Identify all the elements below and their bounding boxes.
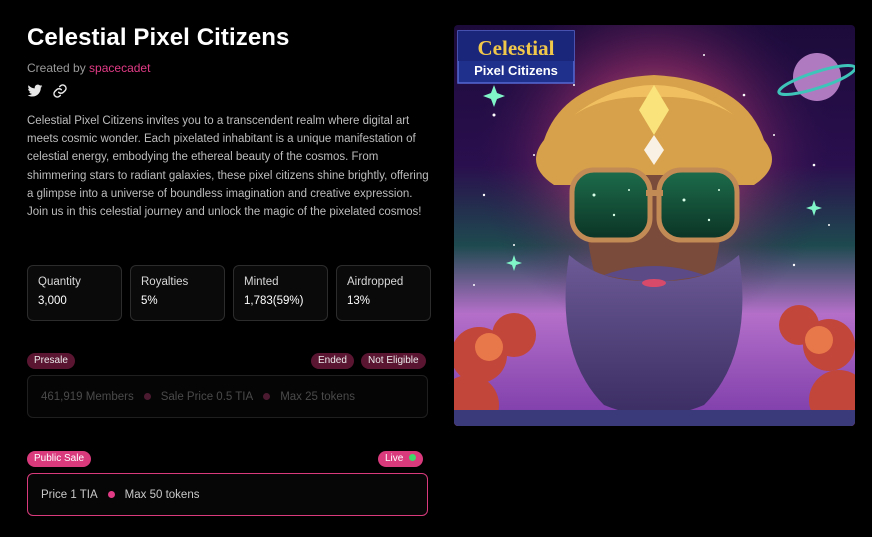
stat-value: 13% [347,295,371,307]
stat-value: 3,000 [38,295,67,307]
collection-artwork: Celestial Pixel Citizens [454,25,855,426]
social-links [27,83,68,99]
creator-line: Created by spacecadet [27,61,150,75]
presale-status-badge: Ended [311,353,354,369]
stats-row: Quantity 3,000 Royalties 5% Minted 1,783… [27,265,431,321]
public-sale-status-badge: Live [378,451,424,467]
creator-link[interactable]: spacecadet [89,61,150,75]
separator-dot [143,393,151,400]
link-icon[interactable] [52,83,68,99]
public-sale-panel[interactable]: Price 1 TIA Max 50 tokens [27,473,428,516]
twitter-icon[interactable] [27,83,43,99]
stat-card-royalties: Royalties 5% [130,265,225,321]
stat-label: Royalties [141,276,189,288]
presale-max: Max 25 tokens [280,390,355,403]
stat-label: Quantity [38,276,81,288]
stat-label: Airdropped [347,276,404,288]
collection-description: Celestial Pixel Citizens invites you to … [27,115,429,219]
separator-dot [107,491,115,498]
presale-badge: Presale [27,353,75,369]
stat-value: 1,783(59%) [244,295,304,307]
public-sale-price: Price 1 TIA [41,488,98,501]
presale-price: Sale Price 0.5 TIA [160,390,254,403]
stat-label: Minted [244,276,279,288]
public-sale-badge: Public Sale [27,451,92,467]
presale-panel: 461,919 Members Sale Price 0.5 TIA Max 2… [27,375,428,418]
separator-dot [263,393,271,400]
stat-card-minted: Minted 1,783(59%) [233,265,328,321]
public-sale-max: Max 50 tokens [124,488,200,501]
presale-eligibility-badge: Not Eligible [361,353,426,369]
collection-title: Celestial Pixel Citizens [27,24,290,51]
artwork-caption-line1: Celestial [478,36,555,60]
presale-members: 461,919 Members [41,390,134,403]
created-by-label: Created by [27,61,86,75]
live-label: Live [385,453,404,464]
stat-value: 5% [141,295,158,307]
stat-card-airdropped: Airdropped 13% [336,265,431,321]
artwork-caption-line2: Pixel Citizens [474,63,558,78]
stat-card-quantity: Quantity 3,000 [27,265,122,321]
live-dot-icon [409,454,417,461]
